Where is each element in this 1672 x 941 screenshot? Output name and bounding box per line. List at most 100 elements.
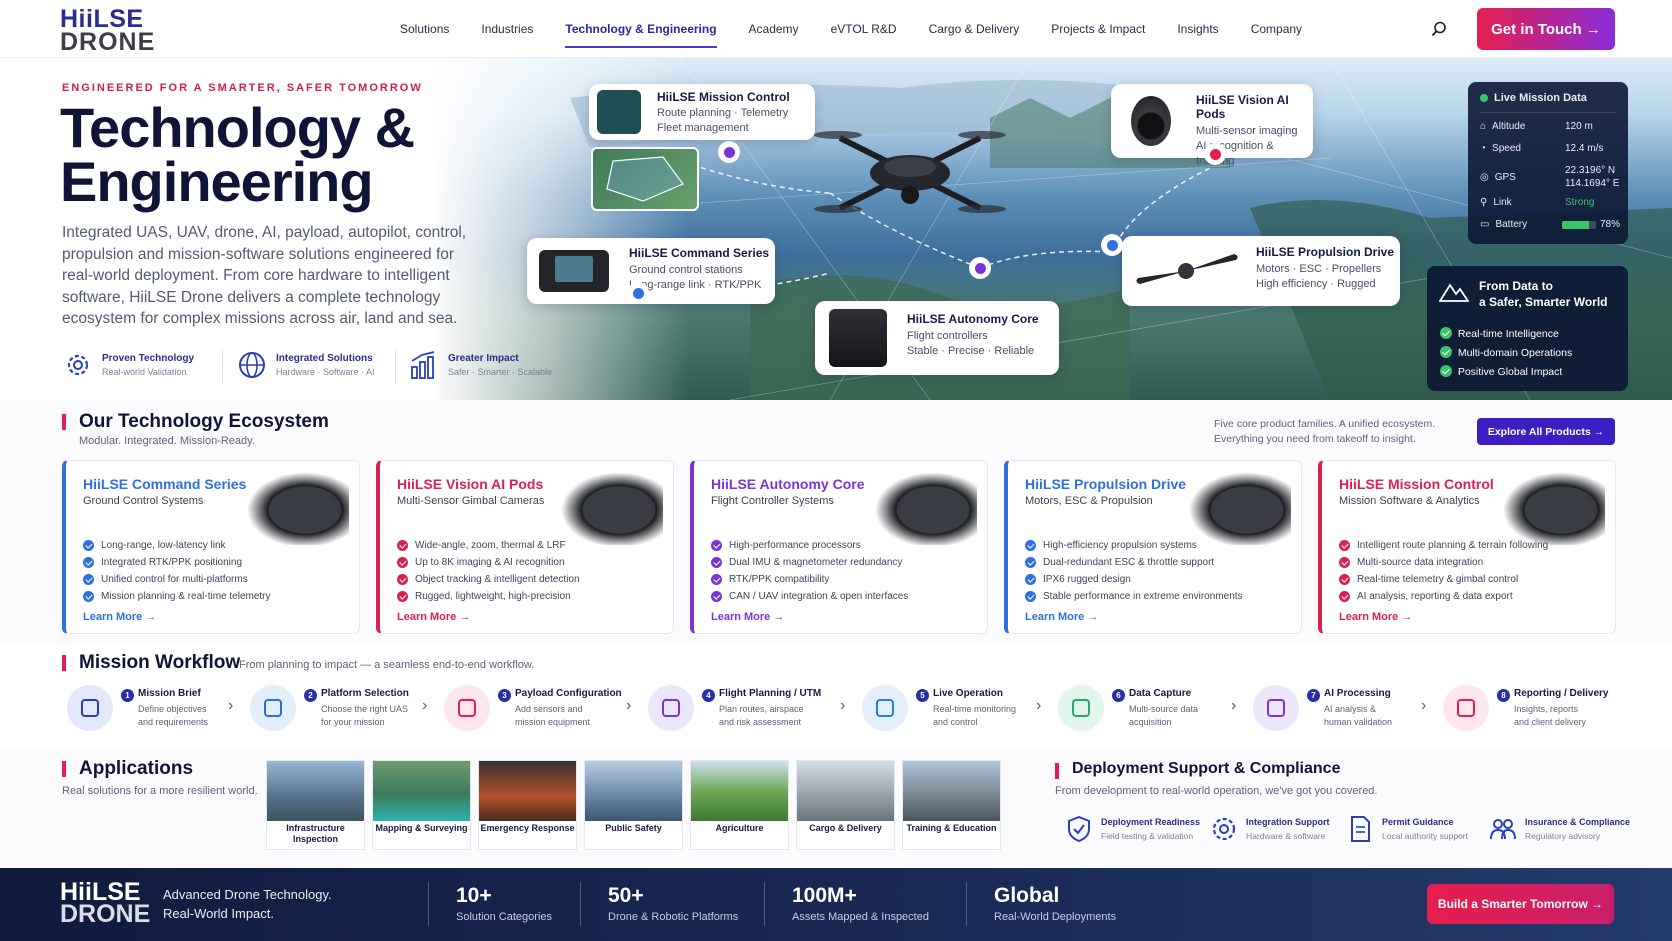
divider xyxy=(966,882,967,926)
get-in-touch-button[interactable]: Get in Touch → xyxy=(1477,8,1615,50)
application-image xyxy=(797,761,894,821)
application-tile[interactable]: Agriculture xyxy=(690,760,789,850)
step-title: Flight Planning / UTM xyxy=(719,688,822,699)
step-description-line: Choose the right UAS xyxy=(321,704,409,714)
from-data-item: Real-time Intelligence xyxy=(1440,325,1572,344)
nav-solutions[interactable]: Solutions xyxy=(400,22,449,36)
callout-line: Stable · Precise · Reliable xyxy=(907,345,1035,357)
application-tile[interactable]: Infrastructure Inspection xyxy=(266,760,365,850)
controller-icon xyxy=(539,250,609,292)
live-key: Altitude xyxy=(1492,121,1526,132)
step-title: Payload Configuration xyxy=(515,688,622,699)
application-label: Mapping & Surveying xyxy=(375,823,468,833)
learn-more-link[interactable]: Learn More → xyxy=(83,611,156,623)
check-icon xyxy=(83,591,94,602)
callout-mission-control[interactable]: HiiLSE Mission Control Route planning · … xyxy=(589,84,815,140)
check-icon xyxy=(397,557,408,568)
application-tile[interactable]: Training & Education xyxy=(902,760,1001,850)
footer-logo[interactable]: HiiLSE DRONE xyxy=(60,880,150,927)
feature-item: RTK/PPK compatibility xyxy=(711,571,908,588)
callout-autonomy-core[interactable]: HiiLSE Autonomy Core Flight controllers … xyxy=(815,301,1059,375)
feature-item: Multi-source data integration xyxy=(1339,554,1548,571)
application-tile[interactable]: Emergency Response xyxy=(478,760,577,850)
nav-industries[interactable]: Industries xyxy=(481,22,533,36)
live-row-gps: ◎ GPS 22.3196° N 114.1694° E xyxy=(1480,164,1620,190)
callout-command-series[interactable]: HiiLSE Command Series Ground control sta… xyxy=(527,238,775,304)
nav-academy[interactable]: Academy xyxy=(749,22,799,36)
chevron-right-icon: › xyxy=(626,697,632,714)
check-icon xyxy=(711,591,722,602)
callout-title: HiiLSE Command Series xyxy=(629,246,770,260)
workflow-step: 8 Reporting / Delivery Insights, reports… xyxy=(1443,685,1638,735)
gps-icon: ◎ xyxy=(1480,171,1489,183)
product-subtitle: Motors, ESC & Propulsion xyxy=(1025,495,1153,507)
product-card[interactable]: HiiLSE Propulsion Drive Motors, ESC & Pr… xyxy=(1004,460,1302,634)
stat-number: 10+ xyxy=(456,884,492,907)
callout-line: Ground control stations xyxy=(629,264,743,276)
learn-more-link[interactable]: Learn More → xyxy=(397,611,470,623)
application-tile[interactable]: Cargo & Delivery xyxy=(796,760,895,850)
feature-label: Mission planning & real-time telemetry xyxy=(101,591,271,602)
deployment-item-sub: Hardware & software xyxy=(1246,831,1326,841)
explore-all-products-button[interactable]: Explore All Products → xyxy=(1477,418,1615,445)
feature-item: Up to 8K imaging & AI recognition xyxy=(397,554,580,571)
nav-cargo-delivery[interactable]: Cargo & Delivery xyxy=(929,22,1020,36)
step-description-line: Add sensors and xyxy=(515,704,583,714)
nav-company[interactable]: Company xyxy=(1251,22,1302,36)
callout-line: Route planning · Telemetry xyxy=(657,107,789,119)
search-icon[interactable] xyxy=(1431,21,1447,37)
live-key: Speed xyxy=(1492,143,1521,154)
application-label: Emergency Response xyxy=(480,823,575,833)
application-tile[interactable]: Public Safety xyxy=(584,760,683,850)
deployment-item-title: Integration Support xyxy=(1246,817,1330,827)
build-smarter-tomorrow-button[interactable]: Build a Smarter Tomorrow → xyxy=(1427,884,1614,924)
check-icon xyxy=(711,540,722,551)
feature-label: IPX6 rugged design xyxy=(1043,574,1131,585)
product-subtitle: Flight Controller Systems xyxy=(711,495,834,507)
learn-more-link[interactable]: Learn More → xyxy=(711,611,784,623)
divider xyxy=(764,882,765,926)
check-icon xyxy=(1339,540,1350,551)
brand-logo[interactable]: HiiLSE DRONE xyxy=(60,7,155,55)
stat-solution-categories: 10+ Solution Categories xyxy=(456,884,552,923)
pillar-integrated-solutions: Integrated Solutions Hardware · Software … xyxy=(236,349,375,381)
callout-title: HiiLSE Propulsion Drive xyxy=(1256,245,1395,259)
learn-more-link[interactable]: Learn More → xyxy=(1025,611,1098,623)
live-value: 22.3196° N xyxy=(1565,165,1616,176)
application-tile[interactable]: Mapping & Surveying xyxy=(372,760,471,850)
application-label: Agriculture xyxy=(715,823,764,833)
gear-icon xyxy=(67,354,89,376)
live-value: 120 m xyxy=(1565,121,1593,132)
product-card[interactable]: HiiLSE Mission Control Mission Software … xyxy=(1318,460,1616,634)
workflow-step: 5 Live Operation Real-time monitoring and… xyxy=(862,685,1057,735)
workflow-step-icon xyxy=(1443,685,1489,731)
hero-title-line-1: Technology & xyxy=(60,96,415,159)
insurance-compliance: Insurance & Compliance Regulatory advisor… xyxy=(1488,814,1630,844)
check-icon xyxy=(1339,591,1350,602)
feature-label: High-performance processors xyxy=(729,540,861,551)
feature-list: Long-range, low-latency link Integrated R… xyxy=(83,537,271,605)
hero-section: ENGINEERED FOR A SMARTER, SAFER TOMORROW… xyxy=(0,58,1672,400)
callout-line: Multi-sensor imaging xyxy=(1196,125,1298,137)
from-data-title: From Data to xyxy=(1479,279,1554,293)
document-icon xyxy=(1351,816,1370,842)
nav-insights[interactable]: Insights xyxy=(1177,22,1218,36)
propeller-icon xyxy=(1136,254,1238,284)
product-card[interactable]: HiiLSE Vision AI Pods Multi-Sensor Gimba… xyxy=(376,460,674,634)
nav-technology-engineering[interactable]: Technology & Engineering xyxy=(565,22,717,48)
stat-label: Solution Categories xyxy=(456,911,553,923)
learn-more-link[interactable]: Learn More → xyxy=(1339,611,1412,623)
product-card[interactable]: HiiLSE Autonomy Core Flight Controller S… xyxy=(690,460,988,634)
nav-projects-impact[interactable]: Projects & Impact xyxy=(1051,22,1145,36)
step-title: AI Processing xyxy=(1324,688,1391,699)
application-image xyxy=(691,761,788,821)
product-card[interactable]: HiiLSE Command Series Ground Control Sys… xyxy=(62,460,360,634)
callout-propulsion-drive[interactable]: HiiLSE Propulsion Drive Motors · ESC · P… xyxy=(1122,236,1400,306)
application-image xyxy=(585,761,682,821)
footer-tagline: Advanced Drone Technology. Real-World Im… xyxy=(163,885,332,923)
stat-label: Real-World Deployments xyxy=(994,911,1117,923)
nav-evtol[interactable]: eVTOL R&D xyxy=(831,22,897,36)
step-title: Mission Brief xyxy=(138,688,201,699)
applications-subtitle: Real solutions for a more resilient worl… xyxy=(62,785,258,797)
feature-item: IPX6 rugged design xyxy=(1025,571,1243,588)
